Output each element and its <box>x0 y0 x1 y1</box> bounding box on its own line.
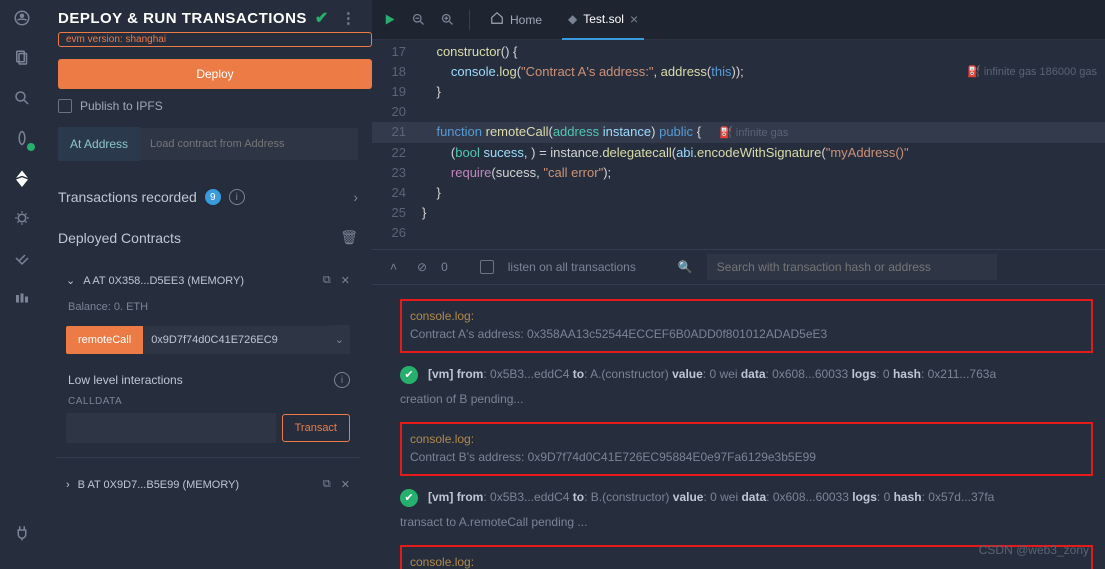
check-icon: ✔ <box>315 8 329 28</box>
deployed-contracts-header: Deployed Contracts <box>58 230 181 246</box>
info-icon[interactable]: i <box>229 189 245 205</box>
zoom-in-icon[interactable] <box>440 12 455 27</box>
tx-success-icon: ✔ <box>400 489 418 507</box>
console-log-box: console.log: Contract B's address: 0x9D7… <box>400 422 1093 476</box>
close-icon[interactable]: ✕ <box>341 274 350 287</box>
publish-label: Publish to IPFS <box>80 99 163 113</box>
copy-icon[interactable]: ⧉ <box>323 274 331 287</box>
low-level-label: Low level interactions <box>68 373 183 387</box>
publish-checkbox[interactable] <box>58 99 72 113</box>
close-icon[interactable]: ✕ <box>341 478 350 491</box>
load-address-input[interactable] <box>140 128 358 160</box>
main-area: Home ◆ Test.sol × 17 constructor() {18 c… <box>372 0 1105 569</box>
tx-line[interactable]: ✔ [vm] from: 0x5B3...eddC4 to: B.(constr… <box>384 486 1093 511</box>
tx-success-icon: ✔ <box>400 366 418 384</box>
play-icon[interactable] <box>382 12 397 27</box>
log-text: Contract A's address: 0x358AA13c52544ECC… <box>410 325 1083 343</box>
compiler-icon[interactable] <box>10 126 34 150</box>
editor-topbar: Home ◆ Test.sol × <box>372 0 1105 40</box>
log-label: console.log: <box>410 307 1083 325</box>
listen-checkbox[interactable] <box>480 260 494 274</box>
zoom-out-icon[interactable] <box>411 12 426 27</box>
at-address-button[interactable]: At Address <box>58 127 140 161</box>
contract-instance-b: › B AT 0X9D7...B5E99 (MEMORY) ⧉ ✕ <box>56 466 360 505</box>
collapse-icon[interactable]: ⌄ <box>66 274 75 287</box>
terminal-bar: ˄ ⊘ 0 listen on all transactions 🔍 <box>372 249 1105 285</box>
listen-label: listen on all transactions <box>508 260 636 274</box>
pending-text: transact to A.remoteCall pending ... <box>384 511 1093 541</box>
console-log-box: console.log: Contract A's address: 0x358… <box>400 299 1093 353</box>
expand-icon[interactable]: › <box>66 479 70 491</box>
tx-count-badge: 9 <box>205 189 221 205</box>
expand-args-icon[interactable]: ⌄ <box>329 325 350 354</box>
solidity-icon: ◆ <box>568 12 577 26</box>
search-icon[interactable]: 🔍 <box>678 260 693 274</box>
deploy-icon[interactable] <box>10 166 34 190</box>
close-tab-icon[interactable]: × <box>630 11 638 27</box>
debugger-icon[interactable] <box>10 206 34 230</box>
terminal-output[interactable]: console.log: Contract A's address: 0x358… <box>372 285 1105 569</box>
remotecall-input[interactable] <box>143 326 329 354</box>
plugin-icon[interactable] <box>10 521 34 545</box>
file-explorer-icon[interactable] <box>10 46 34 70</box>
trash-icon[interactable]: 🗑 <box>340 229 358 246</box>
deploy-panel: DEPLOY & RUN TRANSACTIONS ✔ ⋮ evm versio… <box>44 0 372 569</box>
chevron-right-icon[interactable]: › <box>353 189 358 205</box>
divider <box>469 10 470 30</box>
remotecall-button[interactable]: remoteCall <box>66 326 143 354</box>
log-label: console.log: <box>410 430 1083 448</box>
contract-instance-a: ⌄ A AT 0X358...D5EE3 (MEMORY) ⧉ ✕ Balanc… <box>56 262 360 458</box>
home-icon <box>490 11 504 28</box>
calldata-input[interactable] <box>66 413 276 443</box>
ban-icon[interactable]: ⊘ <box>417 260 427 274</box>
instance-name: A AT 0X358...D5EE3 (MEMORY) <box>83 275 244 287</box>
panel-menu-icon[interactable]: ⋮ <box>341 9 357 27</box>
compile-ok-badge <box>27 143 35 151</box>
panel-header: DEPLOY & RUN TRANSACTIONS ✔ ⋮ <box>44 0 372 32</box>
copy-icon[interactable]: ⧉ <box>323 478 331 491</box>
transact-button[interactable]: Transact <box>282 414 350 442</box>
books-icon[interactable] <box>10 286 34 310</box>
tx-text: [vm] from: 0x5B3...eddC4 to: A.(construc… <box>428 365 996 383</box>
tx-line[interactable]: ✔ [vm] from: 0x5B3...eddC4 to: A.(constr… <box>384 363 1093 388</box>
tab-test[interactable]: ◆ Test.sol × <box>562 0 644 40</box>
log-text: Contract B's address: 0x9D7f74d0C41E726E… <box>410 448 1083 466</box>
calldata-label: CALLDATA <box>66 396 350 413</box>
balance-text: Balance: 0. ETH <box>66 287 350 325</box>
instance-name: B AT 0X9D7...B5E99 (MEMORY) <box>78 479 239 491</box>
publish-row[interactable]: Publish to IPFS <box>44 99 372 127</box>
tab-test-label: Test.sol <box>583 12 624 26</box>
watermark: CSDN @web3_zony <box>979 541 1089 559</box>
pending-text: creation of B pending... <box>384 388 1093 418</box>
remix-logo-icon[interactable] <box>10 6 34 30</box>
icon-rail <box>0 0 44 569</box>
tx-text: [vm] from: 0x5B3...eddC4 to: B.(construc… <box>428 488 994 506</box>
search-icon[interactable] <box>10 86 34 110</box>
evm-badge: evm version: shanghai <box>58 32 372 47</box>
tx-recorded-label: Transactions recorded <box>58 189 197 205</box>
tx-recorded-row: Transactions recorded 9 i › <box>44 179 372 215</box>
pending-count: 0 <box>441 260 448 274</box>
check-all-icon[interactable] <box>10 246 34 270</box>
deploy-button[interactable]: Deploy <box>58 59 372 89</box>
info-icon[interactable]: i <box>334 372 350 388</box>
chevron-up-icon[interactable]: ˄ <box>384 260 403 274</box>
tab-home[interactable]: Home <box>484 11 548 28</box>
code-editor[interactable]: 17 constructor() {18 console.log("Contra… <box>372 40 1105 249</box>
panel-title: DEPLOY & RUN TRANSACTIONS <box>58 10 307 27</box>
terminal-search-input[interactable] <box>707 254 997 280</box>
tab-home-label: Home <box>510 13 542 27</box>
